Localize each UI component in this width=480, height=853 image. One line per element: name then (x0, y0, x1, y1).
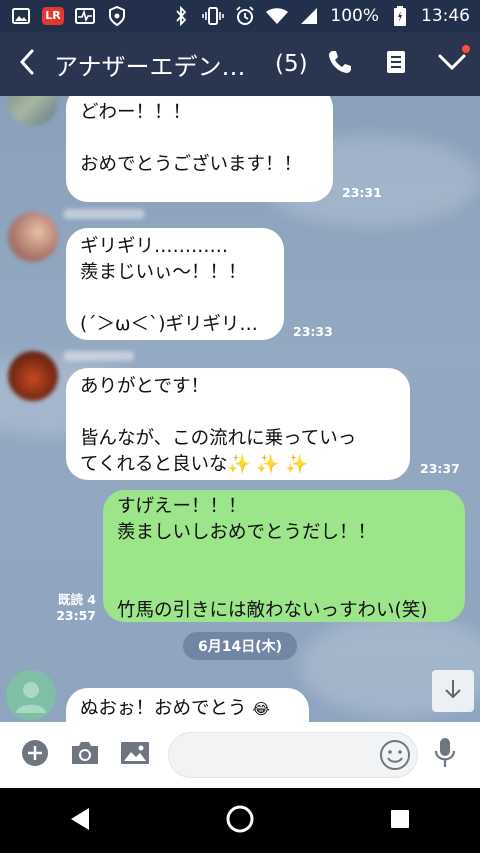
message-time: 23:31 (342, 185, 382, 200)
message-line (80, 286, 270, 312)
message-bubble: ありがとです！ 皆んなが、この流れに乗っていっ てくれると良いな✨ ✨ ✨ (66, 368, 410, 480)
message-line: おめでとうございます！！ (80, 154, 303, 175)
lr-app-icon: LR (42, 6, 64, 26)
camera-button[interactable] (60, 730, 110, 780)
notes-icon (386, 50, 406, 78)
vibrate-icon (202, 6, 225, 26)
message-text: てくれると良いな (80, 454, 228, 475)
shield-icon (106, 6, 128, 26)
mic-icon (434, 737, 456, 773)
voice-button[interactable] (420, 730, 470, 780)
bluetooth-icon (170, 6, 192, 26)
recents-square-icon (389, 808, 411, 834)
pulse-icon (74, 6, 96, 26)
chat-area[interactable]: どわー！！！ おめでとうございます！！ 23:31 ギリギリ………… 羨まじいぃ… (0, 96, 480, 722)
signal-icon (298, 6, 320, 26)
date-divider: 6月14日(木) (183, 632, 297, 660)
message-line: 羨まじいぃ〜！！！ (80, 262, 247, 283)
camera-icon (70, 740, 100, 770)
avatar[interactable] (8, 351, 58, 401)
back-button[interactable] (0, 32, 54, 96)
nav-recents-button[interactable] (370, 791, 430, 851)
message-line: 皆んなが、この流れに乗っていっ (80, 428, 357, 449)
avatar[interactable] (6, 670, 56, 720)
message-line: どわー！！！ (80, 102, 192, 123)
avatar[interactable] (8, 96, 58, 126)
sender-name (64, 209, 144, 219)
message-line: ぬおぉ！おめでとう 😂 (80, 696, 295, 722)
plus-icon (21, 739, 49, 771)
message-line (80, 126, 319, 152)
message-line: てくれると良いな✨ ✨ ✨ (80, 452, 396, 478)
message-line (117, 546, 451, 572)
avatar[interactable] (8, 212, 58, 262)
system-nav-bar (0, 788, 480, 853)
emoji-sticker: 😂 (252, 700, 270, 718)
message-line (117, 572, 451, 598)
back-icon (19, 49, 35, 79)
message-line (80, 400, 396, 426)
notes-button[interactable] (368, 32, 424, 96)
notification-dot (462, 45, 470, 53)
my-message-bubble: すげえー！！！ 羨ましいしおめでとうだし！！ 竹馬の引きには敵わないっすわい(笑… (103, 490, 465, 622)
message-bubble: どわー！！！ おめでとうございます！！ (66, 96, 333, 202)
arrow-down-icon (443, 678, 463, 704)
member-count: (5) (275, 51, 308, 77)
menu-button[interactable] (424, 32, 480, 96)
message-text: ぬおぉ！おめでとう (80, 698, 247, 719)
message-line: 竹馬の引きには敵わないっすわい(笑) (117, 600, 428, 621)
back-triangle-icon (69, 806, 91, 836)
scroll-to-bottom-button[interactable] (432, 670, 474, 712)
message-line: すげえー！！！ (117, 496, 247, 517)
add-button[interactable] (10, 730, 60, 780)
status-bar: LR 100% 13:46 (0, 0, 480, 32)
home-circle-icon (225, 804, 255, 838)
message-bubble: ぬおぉ！おめでとう 😂 (66, 688, 309, 722)
message-line: ギリギリ………… (80, 236, 229, 257)
gallery-icon (120, 740, 150, 770)
chat-title[interactable]: アナザーエデン集… (54, 47, 269, 82)
message-line: ありがとです！ (80, 376, 209, 397)
message-line: (´＞ω＜`)ギリギリ… (80, 314, 258, 335)
image-icon (10, 6, 32, 26)
message-line: 羨ましいしおめでとうだし！！ (117, 522, 377, 543)
lr-label: LR (42, 7, 64, 25)
call-button[interactable] (312, 32, 368, 96)
wifi-icon (266, 6, 289, 26)
input-bar (0, 722, 480, 788)
alarm-icon (234, 6, 256, 26)
emoji-icon[interactable] (379, 739, 411, 775)
nav-back-button[interactable] (50, 791, 110, 851)
chat-header: アナザーエデン集… (5) (0, 32, 480, 96)
phone-icon (327, 49, 353, 79)
battery-icon (389, 6, 411, 26)
read-count: 既読 4 (57, 592, 96, 607)
default-avatar-icon (16, 682, 46, 713)
clock: 13:46 (421, 6, 470, 26)
message-input[interactable] (168, 732, 418, 778)
message-time: 23:33 (293, 324, 333, 339)
chevron-down-icon (438, 53, 466, 75)
battery-level: 100% (330, 6, 379, 26)
message-time: 23:57 (56, 608, 96, 623)
message-bubble: ギリギリ………… 羨まじいぃ〜！！！ (´＞ω＜`)ギリギリ… (66, 228, 284, 340)
gallery-button[interactable] (110, 730, 160, 780)
sparkles-icon: ✨ ✨ ✨ (227, 454, 309, 475)
nav-home-button[interactable] (210, 791, 270, 851)
read-receipt: 既読 4 23:57 (52, 592, 96, 624)
sender-name (64, 351, 134, 361)
message-time: 23:37 (420, 461, 460, 476)
